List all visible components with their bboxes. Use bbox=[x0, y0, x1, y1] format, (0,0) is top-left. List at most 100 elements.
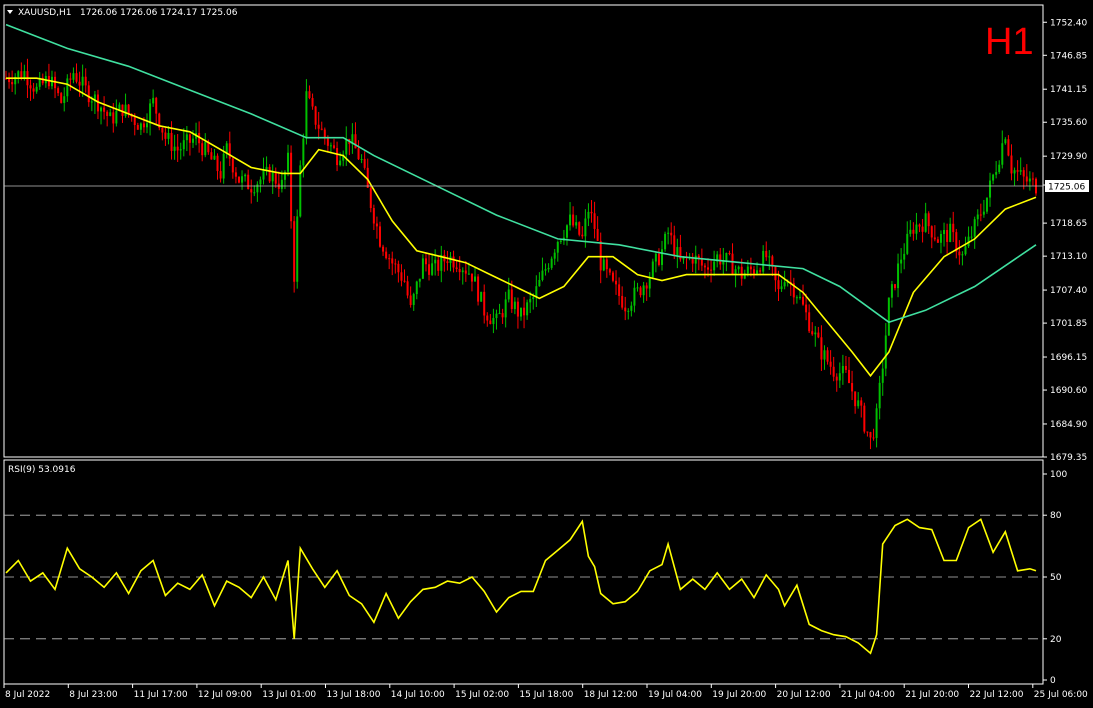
timeframe-badge: H1 bbox=[985, 21, 1034, 63]
candle-body bbox=[167, 132, 170, 139]
candle-body bbox=[970, 236, 973, 238]
candle-body bbox=[752, 269, 755, 274]
candle-body bbox=[857, 400, 860, 407]
rsi-tick-label: 80 bbox=[1050, 511, 1062, 521]
candle-body bbox=[989, 180, 992, 198]
candle-body bbox=[204, 141, 207, 156]
candle-body bbox=[231, 158, 234, 173]
candle-body bbox=[234, 172, 237, 177]
candle-body bbox=[474, 276, 477, 282]
ohlc-label: 1726.06 1726.06 1724.17 1725.06 bbox=[80, 8, 238, 18]
candle-body bbox=[201, 143, 204, 156]
candle-body bbox=[241, 176, 244, 183]
candle-body bbox=[964, 246, 967, 255]
candle-body bbox=[378, 226, 381, 247]
candle-body bbox=[814, 332, 817, 335]
candle-body bbox=[823, 350, 826, 360]
candle-body bbox=[185, 134, 188, 141]
time-tick-label: 19 Jul 04:00 bbox=[648, 690, 702, 700]
candle-body bbox=[271, 172, 274, 182]
candle-body bbox=[973, 219, 976, 237]
candle-body bbox=[262, 170, 265, 180]
candle-body bbox=[369, 187, 372, 209]
candle-body bbox=[155, 97, 158, 114]
trading-chart[interactable]: 1752.40 1746.85 1741.15 1735.60 1729.90 1718.… bbox=[0, 0, 1093, 708]
candle-body bbox=[749, 266, 752, 270]
candle-body bbox=[532, 297, 535, 299]
candle-body bbox=[768, 256, 771, 258]
chart-background bbox=[0, 0, 1093, 708]
candle-body bbox=[329, 145, 332, 147]
candle-body bbox=[280, 179, 283, 189]
candle-body bbox=[357, 148, 360, 160]
candle-body bbox=[320, 128, 323, 130]
candle-body bbox=[213, 155, 216, 160]
price-tick-label: 1752.40 bbox=[1050, 18, 1087, 28]
candle-body bbox=[777, 280, 780, 290]
candle-body bbox=[1010, 155, 1013, 174]
price-tick-label: 1713.10 bbox=[1050, 252, 1087, 262]
candle-body bbox=[596, 228, 599, 241]
candle-body bbox=[345, 138, 348, 155]
candle-body bbox=[326, 138, 329, 146]
candle-body bbox=[1031, 178, 1034, 180]
candle-body bbox=[866, 431, 869, 433]
candle-body bbox=[247, 174, 250, 190]
candle-body bbox=[673, 235, 676, 256]
candle-body bbox=[446, 261, 449, 264]
time-tick-label: 12 Jul 09:00 bbox=[198, 690, 252, 700]
candle-body bbox=[305, 91, 308, 139]
candle-body bbox=[363, 159, 366, 168]
candle-body bbox=[918, 224, 921, 227]
candle-body bbox=[516, 301, 519, 317]
candle-body bbox=[35, 86, 38, 92]
candle-body bbox=[900, 259, 903, 264]
candle-body bbox=[906, 233, 909, 254]
candle-body bbox=[642, 285, 645, 296]
candle-body bbox=[556, 241, 559, 253]
candle-body bbox=[477, 276, 480, 302]
candle-body bbox=[72, 73, 75, 80]
candle-body bbox=[795, 297, 798, 299]
candle-body bbox=[191, 138, 194, 143]
candle-body bbox=[57, 88, 60, 94]
candle-body bbox=[87, 85, 90, 103]
candle-body bbox=[228, 143, 231, 159]
candle-body bbox=[590, 211, 593, 214]
candle-body bbox=[406, 281, 409, 296]
candle-body bbox=[391, 258, 394, 264]
candle-body bbox=[146, 123, 149, 128]
candle-body bbox=[627, 310, 630, 312]
candle-body bbox=[654, 253, 657, 262]
candle-body bbox=[636, 287, 639, 289]
candle-body bbox=[523, 307, 526, 316]
candle-body bbox=[976, 214, 979, 220]
candle-body bbox=[569, 214, 572, 226]
candle-body bbox=[535, 286, 538, 298]
candle-body bbox=[394, 263, 397, 265]
candle-body bbox=[992, 174, 995, 181]
candle-body bbox=[703, 265, 706, 268]
candle-body bbox=[657, 253, 660, 265]
candle-body bbox=[244, 174, 247, 177]
candle-body bbox=[547, 267, 550, 270]
candle-body bbox=[274, 172, 277, 184]
candle-body bbox=[23, 71, 26, 79]
candle-body bbox=[710, 269, 713, 271]
candle-body bbox=[559, 240, 562, 242]
candle-body bbox=[578, 222, 581, 235]
time-tick-label: 13 Jul 01:00 bbox=[262, 690, 316, 700]
candle-body bbox=[529, 298, 532, 303]
candle-body bbox=[851, 383, 854, 392]
candle-body bbox=[538, 279, 541, 287]
candle-body bbox=[854, 391, 857, 407]
price-tick-label: 1746.85 bbox=[1050, 51, 1087, 61]
candle-body bbox=[409, 295, 412, 305]
candle-body bbox=[713, 261, 716, 271]
candle-body bbox=[765, 250, 768, 258]
candle-body bbox=[382, 246, 385, 252]
candle-body bbox=[400, 272, 403, 281]
candle-body bbox=[667, 232, 670, 234]
candle-body bbox=[60, 93, 63, 103]
candle-body bbox=[483, 291, 486, 316]
